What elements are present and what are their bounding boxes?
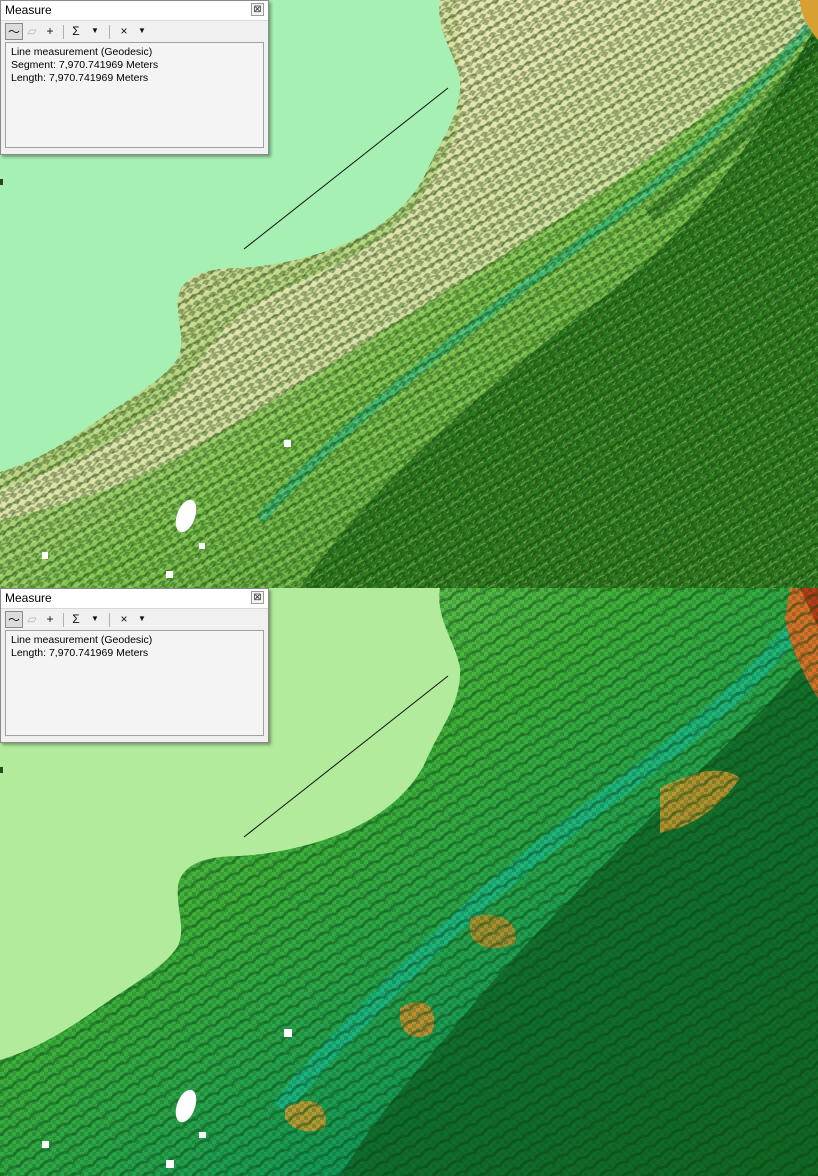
measure-area-icon[interactable]: ▱ [25, 23, 39, 40]
nodata-spot [284, 1029, 292, 1037]
window-title: Measure [5, 591, 52, 605]
nodata-spot [199, 1132, 206, 1138]
title-bar[interactable]: Measure ⊠ [1, 1, 268, 21]
measure-window: Measure ⊠ 〜 ▱ + Σ ▼ × ▼ Line measurement… [0, 588, 269, 743]
measure-area-icon[interactable]: ▱ [25, 611, 39, 628]
measurement-results: Line measurement (Geodesic) Length: 7,97… [5, 630, 264, 736]
map-panel-bottom: Measure ⊠ 〜 ▱ + Σ ▼ × ▼ Line measurement… [0, 588, 818, 1176]
measure-toolbar: 〜 ▱ + Σ ▼ × ▼ [3, 22, 266, 41]
toolbar-separator [109, 25, 110, 39]
nodata-spot [199, 543, 205, 549]
nodata-spot [42, 552, 48, 559]
toolbar-separator [63, 25, 64, 39]
measure-line-icon[interactable]: 〜 [5, 23, 23, 40]
total-length: Length: 7,970.741969 Meters [11, 72, 149, 84]
measurement-type: Line measurement (Geodesic) [11, 46, 153, 58]
measurement-type: Line measurement (Geodesic) [11, 634, 153, 646]
nodata-spot [166, 571, 173, 578]
map-edge-marker [0, 767, 3, 773]
measure-feature-icon[interactable]: + [43, 611, 57, 628]
clear-icon[interactable]: × [117, 611, 131, 628]
chevron-down-icon[interactable]: ▼ [89, 611, 101, 628]
toolbar-separator [63, 613, 64, 627]
total-length: Length: 7,970.741969 Meters [11, 647, 149, 659]
segment-length: Segment: 7,970.741969 Meters [11, 59, 159, 71]
close-icon[interactable]: ⊠ [251, 3, 264, 16]
nodata-spot [42, 1141, 49, 1148]
measure-window: Measure ⊠ 〜 ▱ + Σ ▼ × ▼ Line measurement… [0, 0, 269, 155]
measure-line-icon[interactable]: 〜 [5, 611, 23, 628]
toolbar-separator [109, 613, 110, 627]
nodata-spot [166, 1160, 174, 1168]
measure-feature-icon[interactable]: + [43, 23, 57, 40]
title-bar[interactable]: Measure ⊠ [1, 589, 268, 609]
chevron-down-icon[interactable]: ▼ [89, 23, 101, 40]
map-panel-top: Measure ⊠ 〜 ▱ + Σ ▼ × ▼ Line measurement… [0, 0, 818, 588]
chevron-down-icon[interactable]: ▼ [136, 23, 148, 40]
clear-icon[interactable]: × [117, 23, 131, 40]
measure-toolbar: 〜 ▱ + Σ ▼ × ▼ [3, 610, 266, 629]
sum-icon[interactable]: Σ [69, 611, 83, 628]
sum-icon[interactable]: Σ [69, 23, 83, 40]
chevron-down-icon[interactable]: ▼ [136, 611, 148, 628]
window-title: Measure [5, 3, 52, 17]
map-edge-marker [0, 179, 3, 185]
close-icon[interactable]: ⊠ [251, 591, 264, 604]
measurement-results: Line measurement (Geodesic) Segment: 7,9… [5, 42, 264, 148]
nodata-spot [284, 440, 291, 447]
